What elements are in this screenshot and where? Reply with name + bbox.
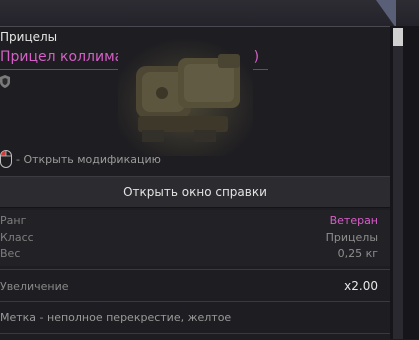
item-category: Прицелы [0,30,58,44]
stat-label: Ранг [0,214,27,227]
modify-hint-label: - Открыть модификацию [16,152,161,166]
scrollbar-thumb[interactable] [393,28,403,46]
zoom-value: x2.00 [344,279,378,293]
item-image [118,38,253,156]
divider [0,269,390,270]
stat-row-rank: Ранг Ветеран [0,214,390,230]
stat-label: Вес [0,247,21,260]
shield-icon [0,75,10,88]
stat-value: Прицелы [325,231,378,244]
stat-value: Ветеран [329,214,378,227]
divider [0,333,390,334]
reticle-row: Метка - неполное перекрестие, желтое [0,304,390,332]
open-help-button[interactable]: Открыть окно справки [0,176,390,208]
zoom-label: Увеличение [0,280,69,293]
stat-row-class: Класс Прицелы [0,231,390,247]
divider [0,301,390,302]
mouse-icon [0,150,12,168]
stat-label: Класс [0,231,34,244]
window-top-bar [0,0,419,28]
stat-value: 0,25 кг [337,247,378,260]
stat-row-weight: Вес 0,25 кг [0,247,390,263]
stats-section: Ранг Ветеран Класс Прицелы Вес 0,25 кг [0,210,390,266]
zoom-row: Увеличение x2.00 [0,272,390,300]
reticle-description: Метка - неполное перекрестие, желтое [0,311,232,324]
scrollbar-track[interactable] [393,28,403,339]
modify-hint-row[interactable]: - Открыть модификацию [0,150,161,168]
